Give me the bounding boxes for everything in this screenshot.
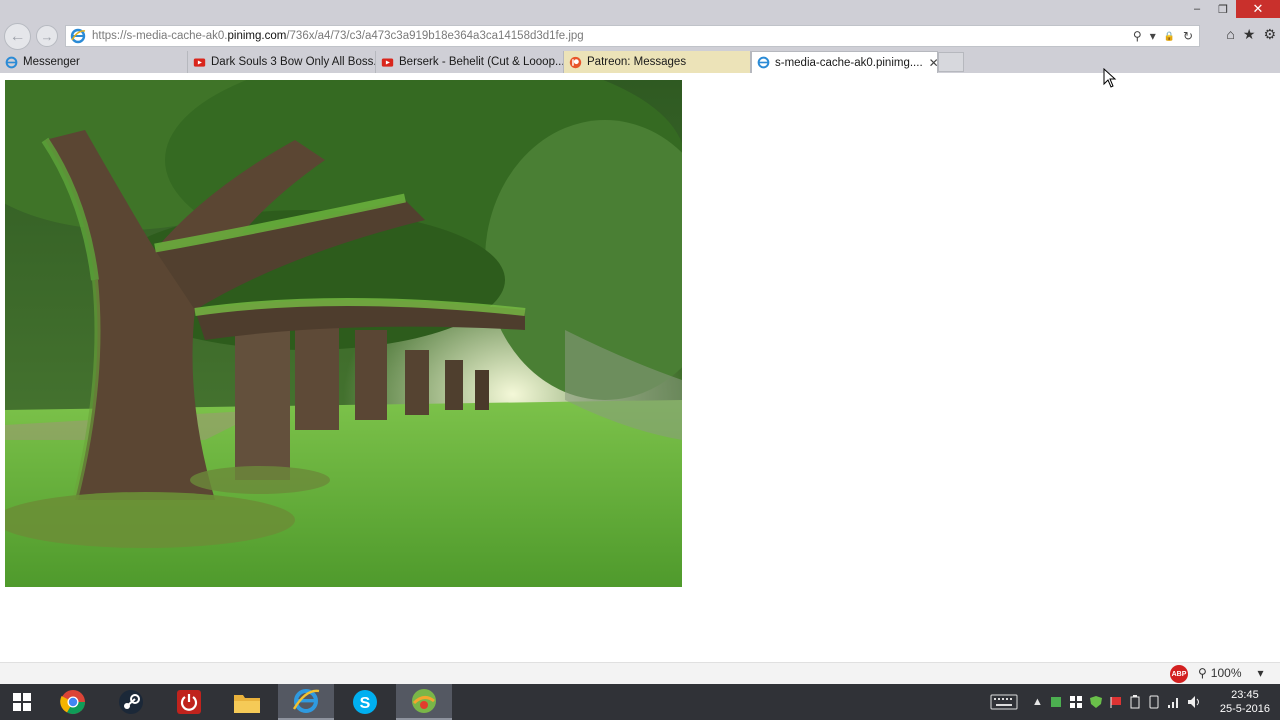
oak-tree-alley-image[interactable] [5,80,682,587]
system-tray: ▲ [990,684,1203,720]
url-path: /736x/a4/73/c3/a473c3a919b18e364a3ca1415… [286,30,584,42]
url-domain: pinimg.com [227,30,287,42]
windows-tray-icon[interactable] [1069,695,1083,709]
clock[interactable]: 23:45 25-5-2016 [1220,688,1270,716]
ie-icon [757,56,770,69]
taskbar-chrome[interactable] [45,684,101,720]
url-prefix: https://s-media-cache-ak0. [92,30,228,42]
shield-tray-icon[interactable] [1089,695,1103,709]
zoom-dropdown-icon[interactable]: ▾ [1258,666,1264,680]
recycle-tray-icon[interactable] [1049,695,1063,709]
svg-text:S: S [360,695,371,712]
taskbar-file-explorer[interactable] [219,684,275,720]
forward-button[interactable]: → [36,25,58,47]
minimize-button[interactable]: – [1184,0,1210,18]
back-button[interactable]: ← [4,23,31,50]
taskbar-skype[interactable]: S [337,684,393,720]
power-app-icon [177,690,201,714]
address-bar[interactable]: https://s-media-cache-ak0.pinimg.com/736… [65,25,1200,47]
chrome-icon [60,690,85,715]
tab-dark-souls[interactable]: Dark Souls 3 Bow Only All Boss... [188,51,376,73]
start-icon [13,693,31,711]
phone-tray-icon[interactable] [1147,695,1161,709]
zoom-icon: ⚲ [1198,666,1207,680]
battery-icon[interactable] [1129,695,1141,709]
close-button[interactable]: ✕ [1236,0,1280,18]
tab-label: Messenger [23,56,80,68]
page-content [0,73,1280,662]
flag-tray-icon[interactable] [1109,695,1123,709]
taskbar-internet-explorer[interactable] [278,684,334,720]
status-bar: ABP ⚲ 100% ▾ [0,662,1280,684]
taskbar-app[interactable] [396,684,452,720]
dropdown-icon[interactable]: ▾ [1150,29,1156,43]
browser-window: ← → https://s-media-cache-ak0.pinimg.com… [0,0,1280,720]
favorites-icon[interactable]: ★ [1243,26,1256,43]
steam-icon [119,690,143,714]
url-text[interactable]: https://s-media-cache-ak0.pinimg.com/736… [92,30,584,42]
tab-label: s-media-cache-ak0.pinimg.... [775,56,923,69]
ie-icon [5,56,18,68]
clock-time: 23:45 [1231,689,1259,701]
taskbar-steam[interactable] [103,684,159,720]
ie-icon [70,28,86,44]
tab-berserk[interactable]: Berserk - Behelit (Cut & Looop... [376,51,564,73]
lock-icon[interactable]: 🔒 [1164,31,1175,42]
maximize-button[interactable]: ❐ [1210,0,1236,18]
tab-strip: Messenger Dark Souls 3 Bow Only All Boss… [0,50,1280,73]
navigation-bar: ← → https://s-media-cache-ak0.pinimg.com… [0,0,1280,50]
adblock-plus-icon[interactable]: ABP [1170,665,1188,683]
tab-messenger[interactable]: Messenger [0,51,188,73]
skype-icon: S [353,690,377,714]
tab-pinimg-active[interactable]: s-media-cache-ak0.pinimg.... ✕ [751,51,938,73]
home-icon[interactable]: ⌂ [1226,26,1234,43]
taskbar: S ▲ 23:45 25-5-2016 [0,684,1280,720]
file-explorer-icon [234,695,260,713]
taskbar-power-app[interactable] [161,684,217,720]
refresh-icon[interactable]: ↻ [1183,29,1193,43]
youtube-icon [193,57,206,67]
new-tab-button[interactable] [938,52,964,72]
start-button[interactable] [0,684,44,720]
settings-gear-icon[interactable]: ⚙ [1263,26,1276,43]
zoom-control[interactable]: ⚲ 100% ▾ [1198,666,1264,680]
tab-label: Patreon: Messages [587,56,687,68]
mouse-cursor-icon [1103,68,1117,88]
search-icon[interactable]: ⚲ [1133,29,1142,43]
patreon-icon [569,56,582,68]
close-tab-icon[interactable]: ✕ [929,56,937,70]
clock-date: 25-5-2016 [1219,703,1270,715]
tab-label: Berserk - Behelit (Cut & Looop... [399,56,564,68]
signal-icon[interactable] [1167,695,1181,709]
tab-label: Dark Souls 3 Bow Only All Boss... [211,56,376,68]
volume-icon[interactable] [1187,695,1203,709]
window-controls: – ❐ ✕ [1184,0,1280,18]
back-arrow-icon: ← [9,27,26,45]
keyboard-icon[interactable] [990,694,1018,710]
internet-explorer-icon [292,689,320,713]
app-icon [412,689,436,713]
youtube-icon [381,57,394,67]
show-hidden-icons-icon[interactable]: ▲ [1032,696,1043,708]
address-tools: ⚲ ▾ 🔒 ↻ [1133,29,1193,43]
forward-arrow-icon: → [40,28,54,44]
tab-patreon[interactable]: Patreon: Messages [564,51,751,73]
toolbar-icons: ⌂ ★ ⚙ [1226,26,1276,43]
zoom-level: 100% [1210,666,1242,680]
